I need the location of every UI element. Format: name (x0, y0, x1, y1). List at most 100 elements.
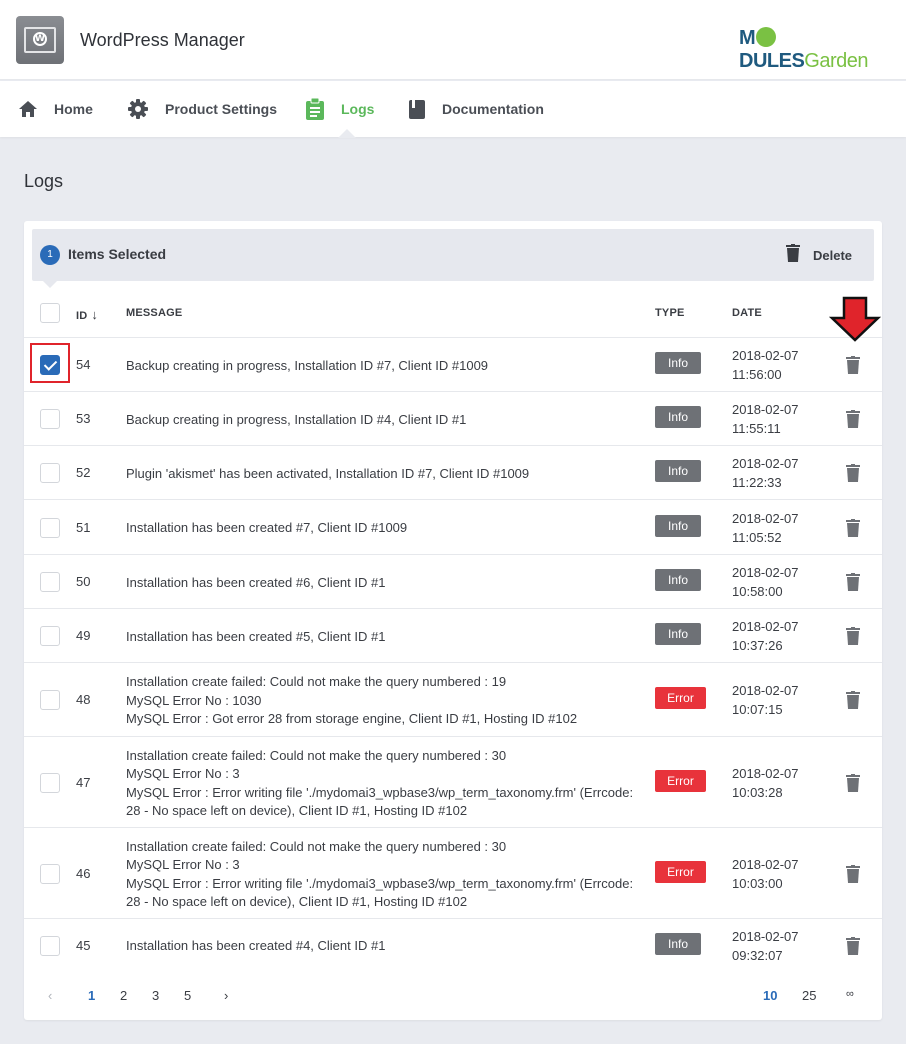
message-line: Installation has been created #6, Client… (126, 574, 386, 590)
row-message: Installation create failed: Could not ma… (126, 673, 577, 729)
table-row: 54 Backup creating in progress, Installat… (24, 337, 882, 391)
nav-item-product-settings[interactable]: Product Settings (127, 81, 277, 137)
row-message: Installation has been created #5, Client… (126, 628, 385, 647)
table-row: 53 Backup creating in progress, Installat… (24, 391, 882, 445)
nav-item-documentation[interactable]: Documentation (408, 81, 544, 137)
row-delete-trash-icon[interactable] (846, 864, 860, 883)
row-date: 2018-02-07 11:22:33 (732, 454, 799, 492)
trash-icon[interactable] (786, 244, 800, 262)
message-line: 28 - No space left on device), Client ID… (126, 803, 468, 818)
time-value: 11:56:00 (732, 367, 782, 382)
row-date: 2018-02-07 10:03:00 (732, 855, 799, 893)
page-button-2[interactable]: 2 (120, 988, 127, 1003)
row-id: 46 (76, 865, 91, 881)
checkbox-highlight-annotation (30, 343, 70, 383)
row-id: 50 (76, 574, 91, 589)
time-value: 10:37:26 (732, 638, 783, 653)
gear-icon (128, 99, 148, 119)
message-line: MySQL Error No : 3 (126, 857, 240, 872)
logs-card: 1 Items Selected Delete ID ↓ MESSAGE TYPE… (24, 221, 882, 1020)
per-page-25[interactable]: 25 (802, 988, 816, 1003)
table-row: 52 Plugin 'akismet' has been activated, I… (24, 445, 882, 499)
row-message: Backup creating in progress, Installatio… (126, 357, 488, 376)
row-date: 2018-02-07 11:56:00 (732, 346, 799, 384)
row-date: 2018-02-07 10:07:15 (732, 681, 799, 719)
message-line: Plugin 'akismet' has been activated, Ins… (126, 465, 530, 481)
row-delete-trash-icon[interactable] (846, 936, 860, 955)
nav-item-home[interactable]: Home (18, 81, 93, 137)
selection-bar: 1 Items Selected Delete (32, 229, 874, 281)
row-checkbox[interactable] (40, 772, 60, 793)
page-button-5[interactable]: 5 (184, 988, 191, 1003)
row-message: Backup creating in progress, Installatio… (126, 411, 466, 430)
row-checkbox[interactable] (40, 463, 60, 483)
row-delete-trash-icon[interactable] (846, 518, 860, 537)
column-header-message: MESSAGE (126, 307, 183, 319)
prev-page-button[interactable]: ‹ (48, 988, 52, 1003)
active-tab-caret (338, 129, 356, 138)
date-value: 2018-02-07 (732, 456, 799, 471)
message-line: 28 - No space left on device), Client ID… (126, 894, 468, 909)
message-line: Installation create failed: Could not ma… (126, 674, 507, 690)
row-checkbox[interactable] (40, 626, 60, 646)
select-all-checkbox[interactable] (40, 303, 60, 323)
row-delete-trash-icon[interactable] (846, 573, 860, 591)
page-button-1[interactable]: 1 (88, 988, 95, 1003)
row-checkbox[interactable] (40, 517, 60, 538)
message-line: Installation has been created #7, Client… (126, 520, 408, 536)
row-date: 2018-02-07 10:37:26 (732, 617, 799, 655)
row-checkbox[interactable] (40, 935, 60, 956)
column-header-id[interactable]: ID ↓ (76, 307, 98, 322)
row-checkbox[interactable] (40, 572, 60, 592)
app-header: W WordPress Manager MDULESGarden (0, 0, 906, 80)
delete-button[interactable]: Delete (813, 248, 852, 263)
row-delete-trash-icon[interactable] (846, 464, 860, 482)
time-value: 11:55:11 (732, 421, 781, 436)
message-line: MySQL Error No : 3 (126, 766, 240, 781)
row-checkbox[interactable] (40, 690, 60, 710)
selection-bar-pointer (43, 281, 57, 288)
page-button-3[interactable]: 3 (152, 988, 159, 1003)
row-id: 49 (76, 628, 91, 643)
row-delete-trash-icon[interactable] (846, 356, 860, 374)
table-row: 45 Installation has been created #4, Clie… (24, 918, 882, 971)
table-row: 46 Installation create failed: Could not … (24, 827, 882, 918)
message-line: MySQL Error : Got error 28 from storage … (126, 711, 578, 727)
selected-count-badge: 1 (40, 245, 60, 265)
row-id: 51 (76, 519, 91, 535)
type-badge: Info (655, 569, 701, 591)
sort-arrow-icon: ↓ (91, 307, 99, 322)
brand-logo: MDULESGarden (739, 27, 869, 72)
row-message: Installation has been created #4, Client… (126, 937, 385, 956)
date-value: 2018-02-07 (732, 619, 799, 634)
row-message: Installation has been created #7, Client… (126, 519, 407, 538)
row-id: 45 (76, 937, 91, 953)
per-page-all[interactable]: ∞ (846, 988, 854, 1000)
table-row: 51 Installation has been created #7, Clie… (24, 499, 882, 554)
time-value: 10:58:00 (732, 584, 783, 599)
type-badge: Info (655, 460, 701, 482)
row-delete-trash-icon[interactable] (846, 691, 860, 709)
page-title: Logs (24, 171, 64, 191)
column-header-type: TYPE (655, 307, 685, 319)
date-value: 2018-02-07 (732, 565, 799, 580)
next-page-button[interactable]: › (224, 988, 228, 1003)
message-line: Backup creating in progress, Installatio… (126, 411, 467, 427)
message-line: Installation create failed: Could not ma… (126, 747, 507, 763)
row-checkbox[interactable] (40, 863, 60, 884)
row-delete-trash-icon[interactable] (846, 627, 860, 645)
per-page-10[interactable]: 10 (763, 988, 777, 1003)
message-line: Backup creating in progress, Installatio… (126, 357, 489, 373)
book-icon (409, 99, 425, 119)
red-arrow-annotation-icon (829, 296, 881, 342)
row-delete-trash-icon[interactable] (846, 773, 860, 792)
type-badge: Error (655, 769, 706, 792)
row-delete-trash-icon[interactable] (846, 410, 860, 428)
type-badge: Info (655, 932, 701, 955)
row-checkbox[interactable] (40, 409, 60, 429)
message-line: Installation has been created #5, Client… (126, 628, 386, 644)
table-row: 49 Installation has been created #5, Clie… (24, 608, 882, 662)
nav-label: Documentation (442, 101, 544, 117)
nav-label: Home (54, 101, 93, 117)
time-value: 11:22:33 (732, 475, 782, 490)
